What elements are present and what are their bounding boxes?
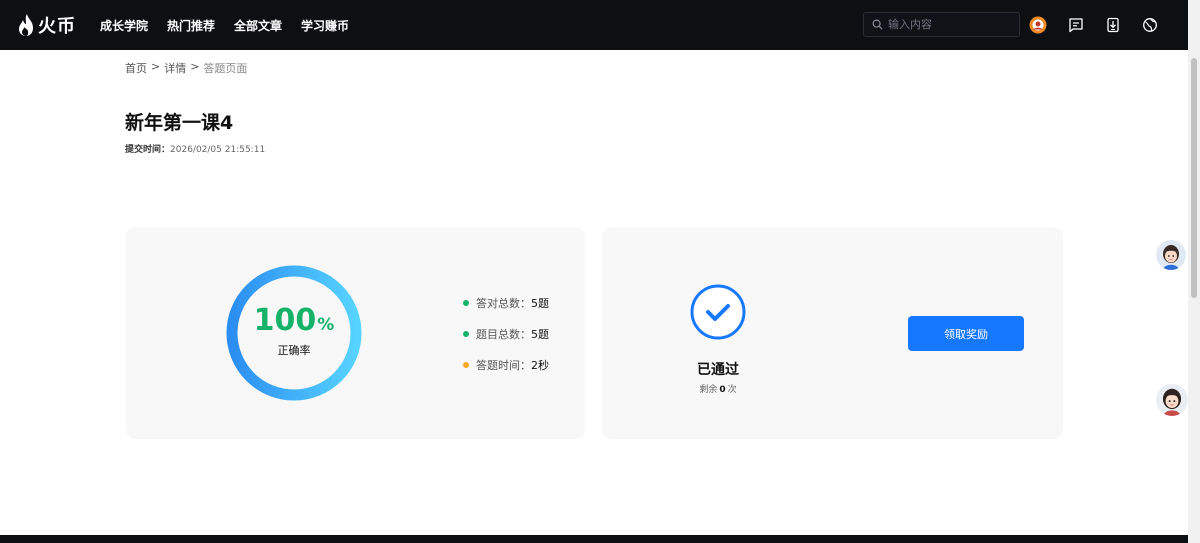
search-icon [872,19,883,30]
stat-value: 5题 [531,296,549,310]
nav-item-growth-academy[interactable]: 成长学院 [100,17,148,34]
breadcrumb-separator: > [190,60,200,73]
accuracy-value: 100% [254,303,335,338]
submit-time-label: 提交时间： [125,145,171,155]
assistant-avatar-icon[interactable] [1156,240,1186,270]
user-avatar-icon[interactable] [1029,16,1047,34]
submit-time-value: 2026/02/05 21:55:11 [170,145,266,155]
result-card: 100% 正确率 答对总数： 5题 题目总数： 5题 答题时间： 2秒 [126,227,585,439]
breadcrumb-separator: > [151,60,161,73]
stat-label: 题目总数： [476,327,531,341]
breadcrumb-current: 答题页面 [203,62,248,75]
accuracy-unit: % [317,314,335,335]
accuracy-label: 正确率 [277,343,311,357]
check-circle-icon [690,284,746,340]
nav-item-hot-picks[interactable]: 热门推荐 [167,17,215,34]
stat-label: 答对总数： [476,296,531,310]
main-nav: 成长学院 热门推荐 全部文章 学习赚币 [100,0,368,50]
green-dot-icon [463,330,469,337]
search-box[interactable] [863,12,1020,37]
accuracy-center: 100% 正确率 [226,265,362,401]
stat-label: 答题时间： [476,358,531,372]
scrollbar-thumb[interactable] [1191,58,1197,298]
green-dot-icon [463,299,469,306]
page-title: 新年第一课4 [125,112,234,134]
globe-icon[interactable] [1141,16,1159,34]
download-icon[interactable] [1104,16,1122,34]
claim-reward-button[interactable]: 领取奖励 [908,316,1024,351]
stat-row-total: 题目总数： 5题 [463,326,549,341]
remain-prefix: 剩余 [699,385,718,395]
remain-suffix: 次 [727,385,737,395]
breadcrumb-home[interactable]: 首页 [125,60,147,76]
submit-time: 提交时间：2026/02/05 21:55:11 [125,142,265,155]
stat-value: 2秒 [531,358,549,372]
orange-dot-icon [463,361,469,368]
pass-status: 已通过 [697,362,739,378]
stats-list: 答对总数： 5题 题目总数： 5题 答题时间： 2秒 [463,295,549,388]
stat-row-time: 答题时间： 2秒 [463,357,549,372]
logo[interactable]: 火币 [18,12,76,38]
breadcrumb-detail[interactable]: 详情 [164,60,186,76]
stat-value: 5题 [531,327,549,341]
top-header: 火币 成长学院 热门推荐 全部文章 学习赚币 [0,0,1188,50]
service-avatar-icon[interactable] [1156,384,1188,416]
nav-item-all-articles[interactable]: 全部文章 [234,17,282,34]
stat-row-correct: 答对总数： 5题 [463,295,549,310]
accuracy-number: 100 [253,302,317,338]
status-card: 已通过 剩余 0 次 领取奖励 [602,227,1063,439]
nav-item-learn-earn[interactable]: 学习赚币 [301,17,349,34]
flame-logo-icon [19,14,33,36]
remain-count: 0 [719,385,726,395]
footer-bar [0,535,1188,543]
message-icon[interactable] [1067,16,1085,34]
logo-text: 火币 [38,16,76,37]
remaining-attempts: 剩余 0 次 [674,382,762,395]
search-input[interactable] [888,18,1008,31]
breadcrumb: 首页 > 详情 > 答题页面 [125,60,251,76]
page-scrollbar[interactable] [1188,0,1200,543]
